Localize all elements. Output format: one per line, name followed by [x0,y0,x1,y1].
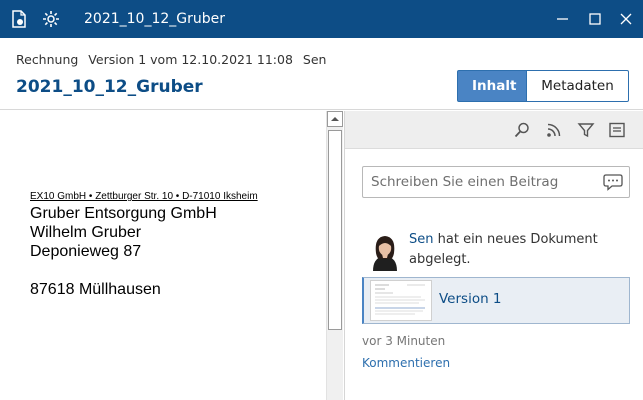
address-line: 87618 Müllhausen [30,281,161,298]
post-input[interactable] [363,167,593,197]
minimize-icon[interactable] [553,9,573,29]
address-line: Wilhelm Gruber [30,224,142,241]
preview-scrollbar[interactable] [326,111,343,400]
doc-type: Rechnung [16,52,79,67]
activity-message: Sen hat ein neues Dokument abgelegt. [409,230,634,270]
scroll-up-button[interactable] [327,111,343,127]
comment-link[interactable]: Kommentieren [362,356,450,370]
author-name: Sen [302,52,327,67]
filter-icon[interactable] [577,121,595,139]
list-view-icon[interactable] [608,121,626,139]
document-meta: Rechnung Version 1 vom 12.10.2021 11:08 … [16,52,332,67]
maximize-icon[interactable] [585,9,605,29]
activity-text: hat ein neues Dokument abgelegt. [409,232,598,267]
document-app-icon[interactable] [10,10,28,28]
version-label[interactable]: Version 1 [439,291,502,307]
tab-metadata[interactable]: Metadaten [527,70,629,102]
search-icon[interactable] [513,121,531,139]
feed-panel: Sen hat ein neues Dokument abgelegt. Ver… [344,111,643,400]
timestamp: vor 3 Minuten [362,334,446,348]
settings-icon[interactable] [42,10,60,28]
post-input-box[interactable] [362,166,630,198]
window-title: 2021_10_12_Gruber [84,11,225,27]
document-thumbnail[interactable] [370,280,432,321]
address-line: Gruber Entsorgung GmbH [30,205,217,222]
close-icon[interactable] [616,9,636,29]
document-header: Rechnung Version 1 vom 12.10.2021 11:08 … [0,38,643,110]
rss-feed-icon[interactable] [545,121,563,139]
view-tabs: Inhalt Metadaten [457,70,629,102]
feed-toolbar [345,111,643,149]
sender-address-line: EX10 GmbH • Zettburger Str. 10 • D-71010… [30,191,258,202]
version-card[interactable]: Version 1 [362,277,630,324]
page-title: 2021_10_12_Gruber [16,77,203,97]
document-preview[interactable]: EX10 GmbH • Zettburger Str. 10 • D-71010… [0,111,326,400]
activity-user-link[interactable]: Sen [409,232,434,247]
comment-bubble-icon[interactable] [603,173,623,191]
address-line: Deponieweg 87 [30,243,142,260]
scrollbar-thumb[interactable] [328,130,342,330]
title-bar: 2021_10_12_Gruber [0,0,643,38]
version-info: Version 1 vom 12.10.2021 11:08 [88,52,293,67]
avatar[interactable] [365,231,405,271]
tab-content[interactable]: Inhalt [457,70,527,102]
